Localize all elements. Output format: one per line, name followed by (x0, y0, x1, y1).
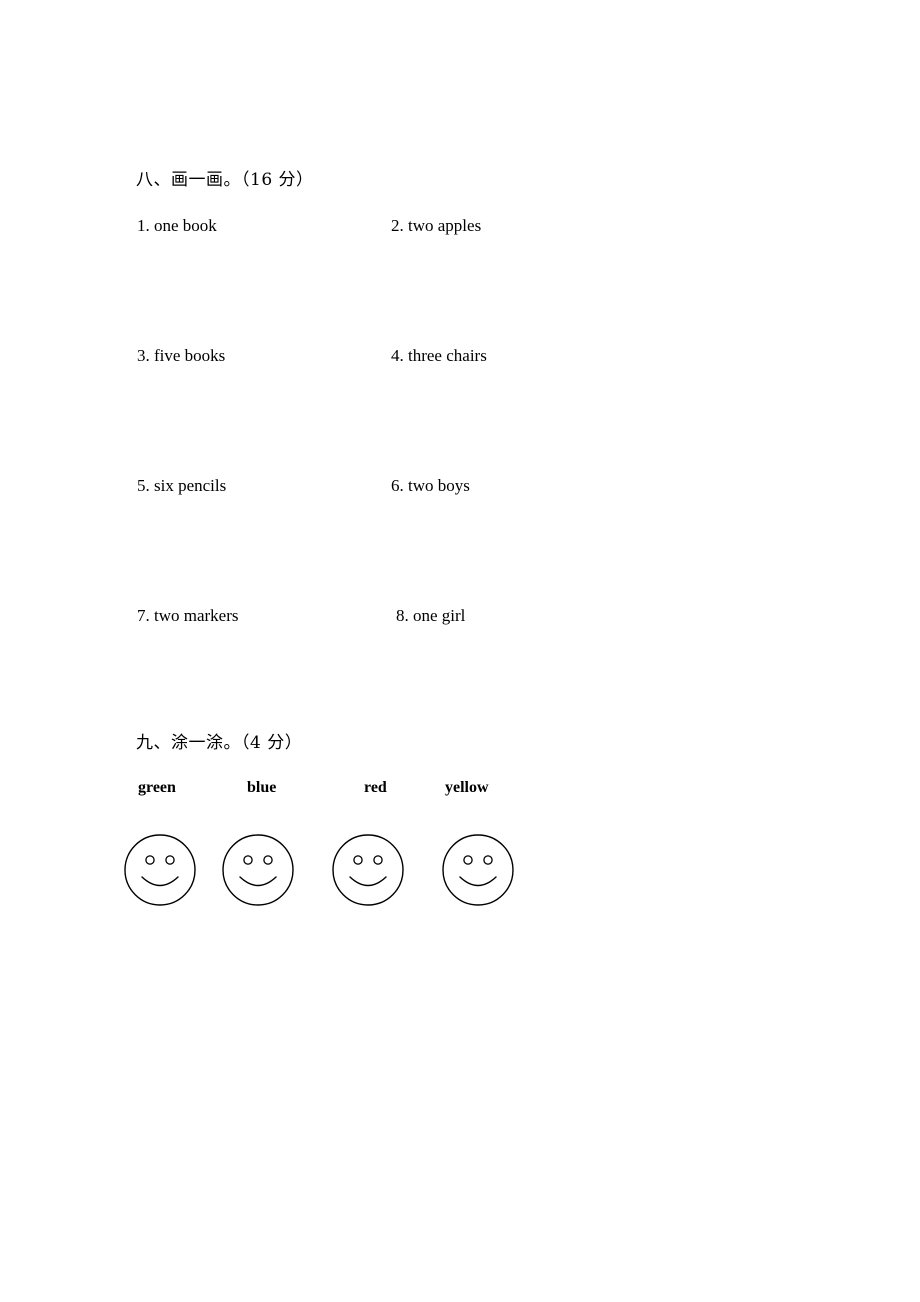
draw-item-7: 7. two markers (137, 606, 239, 625)
color-words-row: green blue red yellow (0, 778, 920, 808)
draw-item-4: 4. three chairs (391, 346, 487, 365)
draw-items-grid: 1. one book 2. two apples 3. five books … (0, 0, 920, 700)
color-word-green: green (138, 779, 176, 796)
color-word-blue: blue (247, 779, 277, 796)
smiley-face-outline-icon-2[interactable] (221, 833, 295, 907)
section-heading-color: 九、涂一涂。（4 分） (136, 733, 303, 753)
color-word-yellow: yellow (445, 779, 489, 796)
smiley-face-outline-icon-4[interactable] (441, 833, 515, 907)
smiley-face-outline-icon-3[interactable] (331, 833, 405, 907)
draw-item-5: 5. six pencils (137, 476, 227, 495)
draw-item-6: 6. two boys (391, 476, 470, 495)
color-word-red: red (364, 779, 387, 796)
draw-item-1: 1. one book (137, 216, 217, 235)
draw-item-8: 8. one girl (396, 606, 466, 625)
worksheet-page: 八、画一画。（16 分） 1. one book 2. two apples 3… (0, 0, 920, 1302)
smiley-faces-row (0, 833, 920, 911)
draw-item-2: 2. two apples (391, 216, 482, 235)
draw-item-3: 3. five books (137, 346, 226, 365)
smiley-face-outline-icon-1[interactable] (123, 833, 197, 907)
